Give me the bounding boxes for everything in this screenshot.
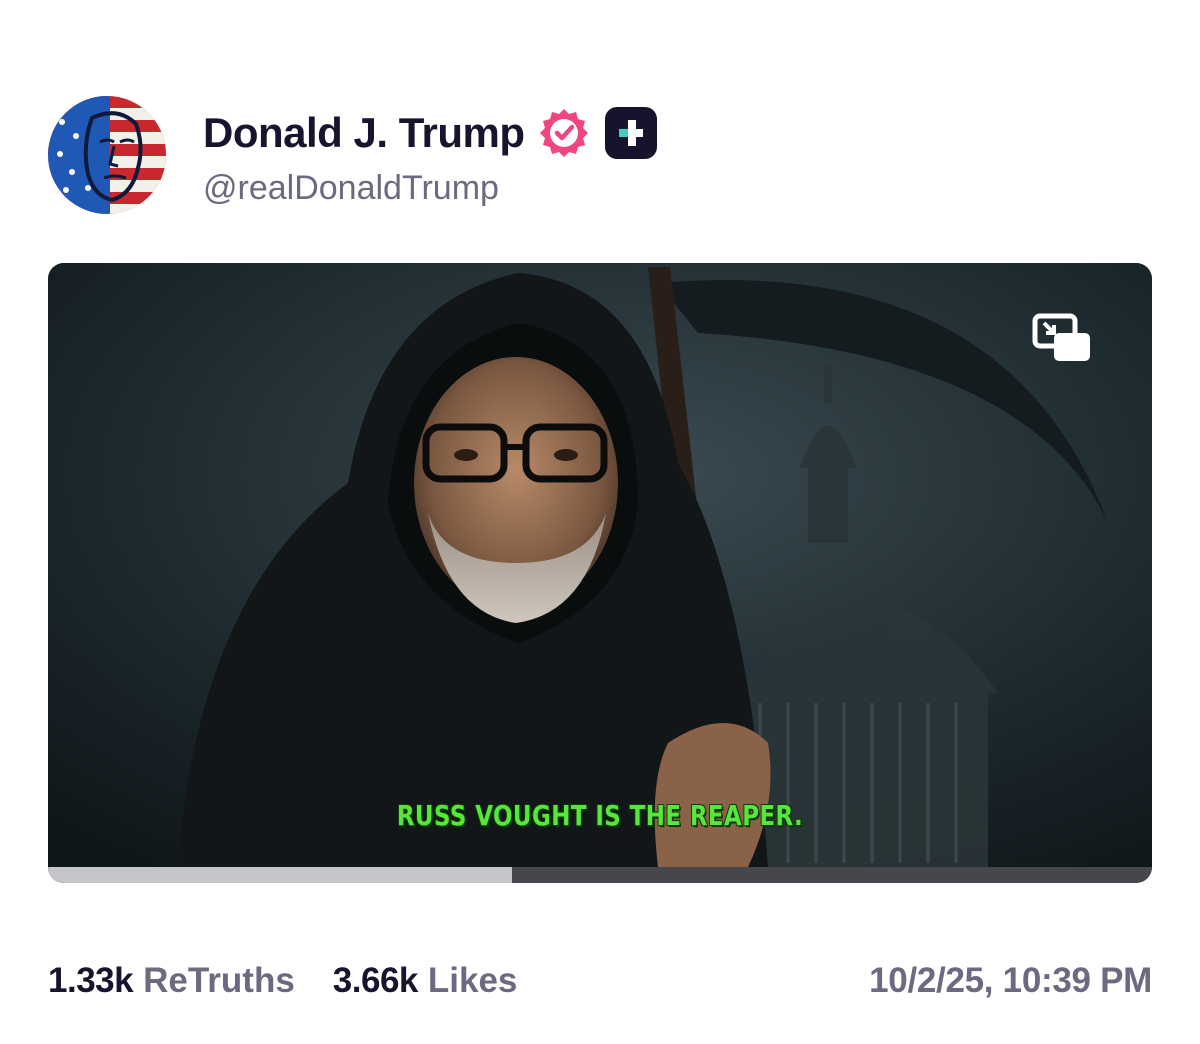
video-player[interactable]: RUSS VOUGHT IS THE REAPER. — [48, 263, 1152, 883]
post-stats: 1.33k ReTruths 3.66k Likes 10/2/25, 10:3… — [48, 958, 1152, 1004]
video-frame[interactable] — [48, 263, 1152, 867]
author-identity: Donald J. Trump @realDonaldTrump — [203, 107, 657, 208]
post-timestamp: 10/2/25, 10:39 PM — [869, 961, 1152, 1000]
post-header: Donald J. Trump @realDonaldTrump — [48, 96, 657, 216]
truth-plus-badge-icon — [604, 107, 657, 159]
retruths-count: 1.33k — [48, 961, 134, 1000]
likes-label: Likes — [427, 961, 518, 1000]
verified-badge-icon — [539, 109, 588, 157]
video-progress-played — [48, 867, 512, 883]
video-progress-bar[interactable] — [48, 867, 1152, 883]
avatar[interactable] — [48, 96, 166, 214]
video-caption: RUSS VOUGHT IS THE REAPER. — [396, 799, 804, 832]
retruths-label: ReTruths — [143, 961, 295, 1000]
picture-in-picture-button[interactable] — [1032, 313, 1094, 365]
picture-in-picture-icon — [1032, 313, 1090, 361]
likes-count: 3.66k — [332, 961, 419, 1000]
likes-stat[interactable]: 3.66k Likes — [333, 958, 518, 1004]
author-handle[interactable]: @realDonaldTrump — [203, 168, 657, 208]
retruths-stat[interactable]: 1.33k ReTruths — [48, 958, 295, 1004]
name-row: Donald J. Trump — [203, 107, 657, 159]
display-name[interactable]: Donald J. Trump — [203, 108, 525, 158]
